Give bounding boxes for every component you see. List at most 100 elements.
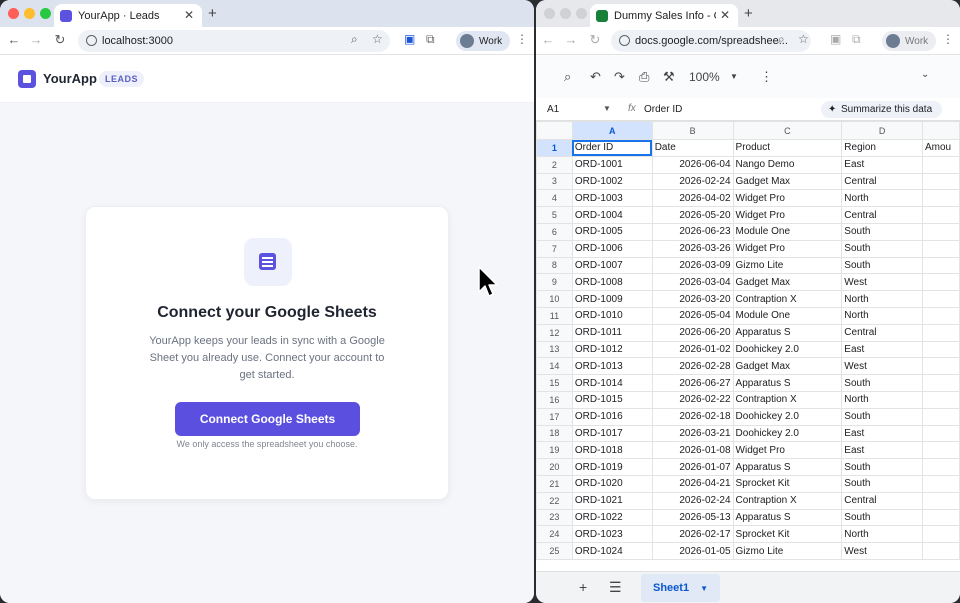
row-header[interactable]: 21 bbox=[536, 474, 573, 493]
row-header[interactable]: 16 bbox=[536, 390, 573, 409]
add-sheet-icon[interactable]: + bbox=[579, 579, 587, 595]
extensions-puzzle-icon[interactable]: ⧉ bbox=[852, 32, 861, 47]
more-options-icon[interactable]: ⋮ bbox=[760, 69, 773, 85]
cell-product[interactable]: Widget Pro bbox=[732, 441, 843, 460]
cell-region[interactable]: East bbox=[841, 441, 923, 460]
summarize-data-button[interactable]: Summarize this data bbox=[821, 101, 943, 118]
cell-region[interactable]: North bbox=[841, 306, 923, 325]
cell-date[interactable]: 2026-06-20 bbox=[651, 323, 734, 342]
cell-date[interactable]: 2026-05-04 bbox=[651, 306, 734, 325]
cell-order-id[interactable]: ORD-1003 bbox=[571, 189, 653, 208]
row-header[interactable]: 18 bbox=[536, 424, 573, 443]
cell-order-id[interactable]: ORD-1002 bbox=[571, 172, 653, 191]
connect-google-sheets-button[interactable]: Connect Google Sheets bbox=[175, 402, 360, 436]
cell-amount[interactable] bbox=[922, 306, 960, 325]
cell-product[interactable]: Doohickey 2.0 bbox=[732, 424, 843, 443]
cell-order-id[interactable]: ORD-1020 bbox=[571, 474, 653, 493]
cell-product[interactable]: Sprocket Kit bbox=[732, 474, 843, 493]
row-header[interactable]: 13 bbox=[536, 340, 573, 359]
zoom-dropdown-icon[interactable]: ▼ bbox=[730, 72, 738, 81]
cell-date[interactable]: 2026-02-24 bbox=[651, 491, 734, 510]
cell-amount[interactable] bbox=[922, 441, 960, 460]
row-header[interactable]: 17 bbox=[536, 407, 573, 426]
cell-order-id[interactable]: ORD-1006 bbox=[571, 239, 653, 258]
undo-icon[interactable]: ↶ bbox=[590, 69, 601, 85]
cell-product[interactable]: Apparatus S bbox=[732, 458, 843, 476]
cell-order-id[interactable]: ORD-1004 bbox=[571, 206, 653, 224]
cell-order-id[interactable]: ORD-1010 bbox=[571, 306, 653, 325]
maximize-window-button[interactable] bbox=[576, 8, 587, 19]
name-box[interactable]: A1 bbox=[547, 104, 559, 115]
paint-format-icon[interactable]: ⚒ bbox=[663, 69, 675, 85]
cell-amount[interactable] bbox=[922, 290, 960, 308]
extension-icon[interactable]: ▣ bbox=[830, 32, 841, 46]
cell-product[interactable]: Gizmo Lite bbox=[732, 542, 843, 560]
cell-order-id[interactable]: ORD-1017 bbox=[571, 424, 653, 443]
cell-region[interactable]: East bbox=[841, 424, 923, 443]
row-header[interactable]: 14 bbox=[536, 357, 573, 376]
cell-date[interactable]: 2026-06-04 bbox=[651, 155, 734, 174]
cell-product[interactable]: Gadget Max bbox=[732, 357, 843, 376]
cell-region[interactable]: South bbox=[841, 407, 923, 426]
cell-header-order-id[interactable]: Order ID bbox=[571, 139, 653, 157]
cell-date[interactable]: 2026-05-13 bbox=[651, 508, 734, 527]
cell-order-id[interactable]: ORD-1007 bbox=[571, 256, 653, 275]
row-header[interactable]: 10 bbox=[536, 290, 573, 308]
row-header[interactable]: 6 bbox=[536, 222, 573, 241]
cell-product[interactable]: Apparatus S bbox=[732, 508, 843, 527]
cell-product[interactable]: Apparatus S bbox=[732, 323, 843, 342]
cell-date[interactable]: 2026-04-21 bbox=[651, 474, 734, 493]
cell-order-id[interactable]: ORD-1022 bbox=[571, 508, 653, 527]
maximize-window-button[interactable] bbox=[40, 8, 51, 19]
row-header[interactable]: 2 bbox=[536, 155, 573, 174]
row-header[interactable]: 9 bbox=[536, 273, 573, 292]
cell-amount[interactable] bbox=[922, 491, 960, 510]
cell-order-id[interactable]: ORD-1011 bbox=[571, 323, 653, 342]
cell-product[interactable]: Gizmo Lite bbox=[732, 256, 843, 275]
cell-amount[interactable] bbox=[922, 374, 960, 392]
cell-amount[interactable] bbox=[922, 273, 960, 292]
zoom-icon[interactable]: ⌕ bbox=[351, 32, 358, 47]
close-window-button[interactable] bbox=[544, 8, 555, 19]
row-header[interactable]: 7 bbox=[536, 239, 573, 258]
cell-date[interactable]: 2026-02-24 bbox=[651, 172, 734, 191]
cell-date[interactable]: 2026-02-22 bbox=[651, 390, 734, 409]
back-icon[interactable]: ← bbox=[6, 32, 22, 47]
minimize-window-button[interactable] bbox=[560, 8, 571, 19]
forward-icon[interactable]: → bbox=[563, 32, 579, 47]
cell-date[interactable]: 2026-03-09 bbox=[651, 256, 734, 275]
cell-amount[interactable] bbox=[922, 323, 960, 342]
cell-date[interactable]: 2026-06-23 bbox=[651, 222, 734, 241]
tab-yourapp[interactable]: YourApp · Leads ✕ bbox=[54, 4, 202, 27]
cell-product[interactable]: Widget Pro bbox=[732, 239, 843, 258]
cell-date[interactable]: 2026-03-20 bbox=[651, 290, 734, 308]
cell-region[interactable]: North bbox=[841, 290, 923, 308]
cell-order-id[interactable]: ORD-1018 bbox=[571, 441, 653, 460]
name-box-dropdown-icon[interactable]: ▼ bbox=[603, 104, 611, 113]
cell-date[interactable]: 2026-04-02 bbox=[651, 189, 734, 208]
extensions-puzzle-icon[interactable]: ⧉ bbox=[426, 32, 435, 47]
cell-product[interactable]: Widget Pro bbox=[732, 189, 843, 208]
sheet-tab-sheet1[interactable]: Sheet1 ▼ bbox=[641, 574, 721, 602]
minimize-window-button[interactable] bbox=[24, 8, 35, 19]
cell-amount[interactable] bbox=[922, 172, 960, 191]
print-icon[interactable]: ⎙ bbox=[639, 69, 649, 85]
formula-input[interactable]: Order ID bbox=[644, 104, 682, 115]
cell-amount[interactable] bbox=[922, 525, 960, 544]
cell-region[interactable]: North bbox=[841, 189, 923, 208]
column-header-a[interactable]: A bbox=[571, 121, 653, 140]
row-header[interactable]: 3 bbox=[536, 172, 573, 191]
tab-google-sheets[interactable]: Dummy Sales Info - Google Sheets ✕ bbox=[590, 4, 738, 27]
cell-amount[interactable] bbox=[922, 424, 960, 443]
column-header-d[interactable]: D bbox=[841, 121, 923, 140]
close-tab-icon[interactable]: ✕ bbox=[720, 8, 730, 22]
cell-date[interactable]: 2026-06-27 bbox=[651, 374, 734, 392]
cell-product[interactable]: Contraption X bbox=[732, 491, 843, 510]
select-all-corner[interactable] bbox=[536, 121, 573, 140]
cell-region[interactable]: West bbox=[841, 357, 923, 376]
row-header[interactable]: 12 bbox=[536, 323, 573, 342]
cell-product[interactable]: Nango Demo bbox=[732, 155, 843, 174]
all-sheets-icon[interactable]: ☰ bbox=[609, 579, 622, 596]
cell-region[interactable]: Central bbox=[841, 206, 923, 224]
profile-button[interactable]: Work bbox=[456, 31, 511, 51]
